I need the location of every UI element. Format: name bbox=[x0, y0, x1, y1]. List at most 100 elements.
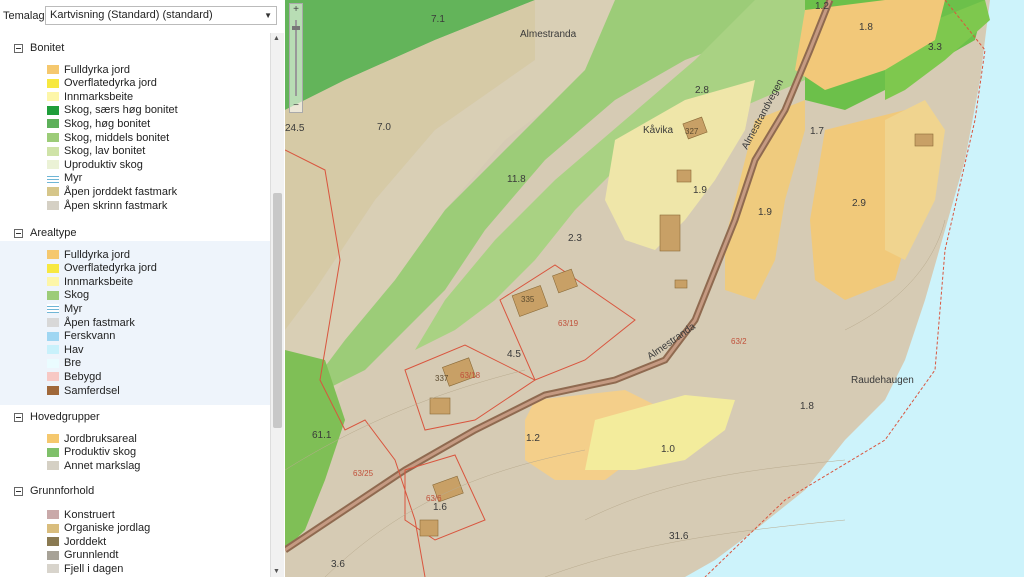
legend-item: Åpen skrinn fastmark bbox=[47, 199, 167, 212]
legend-swatch bbox=[47, 119, 59, 129]
legend-swatch bbox=[47, 372, 59, 382]
legend-scrollbar[interactable]: ▲ ▼ bbox=[270, 33, 284, 577]
legend-item-label: Organiske jordlag bbox=[64, 522, 151, 535]
legend-item: Samferdsel bbox=[47, 384, 120, 397]
legend-group-hovedgrupper[interactable]: Hovedgrupper bbox=[14, 410, 100, 424]
plot-id-label: 63/18 bbox=[460, 371, 481, 380]
legend-item-label: Produktiv skog bbox=[64, 446, 137, 459]
legend-group-arealtype[interactable]: Arealtype bbox=[14, 226, 76, 240]
legend-item-label: Fjell i dagen bbox=[64, 562, 124, 575]
plot-id-label: 63/2 bbox=[731, 337, 747, 346]
place-name-label: Raudehaugen bbox=[851, 375, 914, 386]
temalag-select[interactable]: Kartvisning (Standard) (standard) ▼ bbox=[45, 6, 277, 25]
legend-swatch bbox=[47, 78, 59, 88]
temalag-selected-value: Kartvisning (Standard) (standard) bbox=[50, 9, 213, 21]
house-number-label: 337 bbox=[435, 374, 449, 383]
legend-swatch bbox=[47, 331, 59, 341]
collapse-icon[interactable] bbox=[14, 228, 23, 238]
legend-swatch bbox=[47, 160, 59, 170]
legend-item: Annet markslag bbox=[47, 459, 140, 472]
legend-swatch bbox=[47, 537, 59, 547]
area-value-label: 1.9 bbox=[758, 207, 772, 218]
legend-item: Produktiv skog bbox=[47, 446, 136, 459]
legend-swatch bbox=[47, 146, 59, 156]
legend-item-label: Overflatedyrka jord bbox=[64, 262, 157, 275]
map-view[interactable]: Almestranda Kåvika Raudehaugen Almestrandve… bbox=[285, 0, 1024, 577]
legend-item: Jorddekt bbox=[47, 535, 106, 548]
place-name-label: Almestranda bbox=[520, 29, 577, 40]
scroll-down-icon[interactable]: ▼ bbox=[273, 568, 280, 575]
place-name-label: Kåvika bbox=[643, 124, 673, 136]
legend-swatch bbox=[47, 386, 59, 395]
legend-swatch bbox=[47, 345, 59, 355]
collapse-icon[interactable] bbox=[14, 43, 23, 53]
area-value-label: 1.7 bbox=[810, 126, 824, 137]
legend-item-label: Hav bbox=[64, 343, 84, 356]
legend-swatch bbox=[47, 447, 59, 457]
legend-swatch bbox=[47, 461, 59, 471]
legend-swatch bbox=[47, 290, 59, 300]
zoom-slider-track[interactable] bbox=[295, 20, 297, 96]
legend-group-title: Hovedgrupper bbox=[30, 411, 100, 423]
legend-item: Bebygd bbox=[47, 370, 101, 383]
building bbox=[674, 279, 688, 289]
legend-item: Overflatedyrka jord bbox=[47, 262, 157, 275]
building bbox=[676, 169, 692, 183]
legend-group-title: Grunnforhold bbox=[30, 485, 95, 497]
legend-item: Fulldyrka jord bbox=[47, 63, 130, 76]
building bbox=[429, 397, 451, 415]
legend-item: Myr bbox=[47, 172, 82, 185]
legend-item-label: Myr bbox=[64, 172, 83, 185]
legend-item-label: Åpen jorddekt fastmark bbox=[64, 185, 178, 198]
legend-group-title: Bonitet bbox=[30, 42, 65, 54]
scroll-thumb[interactable] bbox=[273, 193, 282, 428]
area-value-label: 61.1 bbox=[312, 430, 332, 441]
legend-swatch bbox=[47, 173, 59, 183]
plot-id-label: 63/25 bbox=[353, 469, 374, 478]
legend-item: Hav bbox=[47, 343, 84, 356]
legend-item: Skog, høg bonitet bbox=[47, 117, 150, 130]
legend-group-title: Arealtype bbox=[30, 227, 77, 239]
legend-item: Organiske jordlag bbox=[47, 522, 150, 535]
area-value-label: 4.5 bbox=[507, 349, 521, 360]
legend-item-label: Skog bbox=[64, 289, 90, 302]
legend-group-grunnforhold[interactable]: Grunnforhold bbox=[14, 484, 94, 498]
legend-item-label: Jordbruksareal bbox=[64, 432, 137, 445]
zoom-in-button[interactable]: + bbox=[290, 4, 302, 16]
legend-swatch bbox=[47, 250, 59, 259]
legend-item-label: Overflatedyrka jord bbox=[64, 77, 157, 90]
legend-item: Myr bbox=[47, 302, 82, 315]
legend-item-label: Åpen fastmark bbox=[64, 316, 135, 329]
zoom-control: + − bbox=[289, 3, 303, 113]
collapse-icon[interactable] bbox=[14, 486, 23, 496]
zoom-slider-handle[interactable] bbox=[292, 26, 300, 30]
zoom-out-button[interactable]: − bbox=[290, 100, 302, 112]
area-value-label: 1.2 bbox=[526, 433, 540, 444]
legend-item: Overflatedyrka jord bbox=[47, 77, 157, 90]
legend-swatch bbox=[47, 133, 59, 142]
area-value-label: 24.5 bbox=[285, 123, 305, 134]
area-value-label: 2.8 bbox=[695, 85, 709, 96]
dropdown-arrow-icon[interactable]: ▼ bbox=[264, 7, 272, 24]
legend-swatch bbox=[47, 105, 59, 115]
legend-item-label: Innmarksbeite bbox=[64, 275, 134, 288]
scroll-up-icon[interactable]: ▲ bbox=[273, 35, 280, 42]
legend-swatch bbox=[47, 318, 59, 327]
map-canvas[interactable]: AlmestrandaKåvikaRaudehaugenAlmestrandve… bbox=[285, 0, 1024, 577]
legend-item-label: Samferdsel bbox=[64, 384, 120, 397]
area-value-label: 1.2 bbox=[815, 1, 829, 12]
legend-item: Ferskvann bbox=[47, 330, 115, 343]
legend-swatch bbox=[47, 358, 59, 368]
legend-group-bonitet[interactable]: Bonitet bbox=[14, 41, 64, 55]
area-value-label: 3.3 bbox=[928, 42, 942, 53]
legend-swatch bbox=[47, 304, 59, 314]
legend-swatch bbox=[47, 550, 59, 560]
legend-item-label: Uproduktiv skog bbox=[64, 158, 143, 171]
plot-id-label: 63/19 bbox=[558, 319, 579, 328]
legend-item: Skog, særs høg bonitet bbox=[47, 104, 178, 117]
area-value-label: 1.0 bbox=[661, 444, 675, 455]
building bbox=[914, 133, 934, 147]
building bbox=[659, 214, 681, 252]
area-value-label: 1.6 bbox=[433, 502, 447, 513]
collapse-icon[interactable] bbox=[14, 412, 23, 422]
